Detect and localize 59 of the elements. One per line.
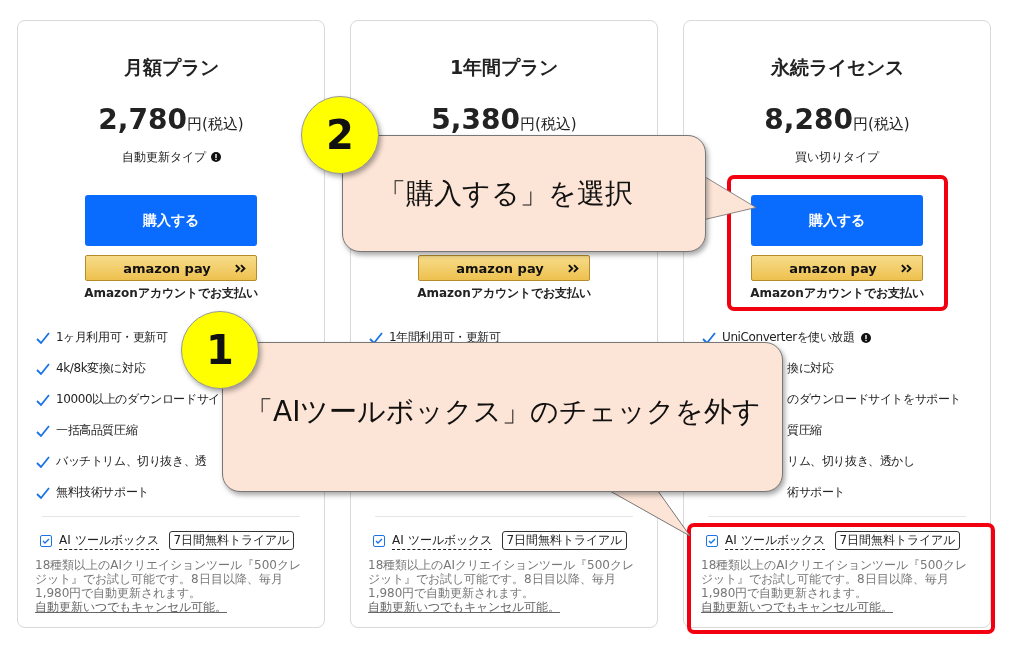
amazon-pay-button[interactable]: amazon pay	[85, 255, 257, 281]
info-icon[interactable]	[210, 152, 221, 162]
price-suffix: 円(税込)	[519, 115, 577, 134]
addon-description: 18種類以上のAIクリエイションツール『500クレジット』でお試し可能です。8日目以降、毎月 1,980円で自動更新されます。 自動更新いつでもキャンセル可能。	[35, 558, 302, 614]
check-icon	[36, 486, 50, 499]
checkbox[interactable]	[373, 534, 385, 547]
feature-text: 換に対応	[787, 360, 834, 377]
feature-text: 1ヶ月利用可・更新可	[56, 329, 168, 346]
info-icon[interactable]	[860, 332, 871, 343]
buy-button[interactable]: 購入する	[85, 195, 257, 246]
feature-text: 質圧縮	[787, 422, 822, 439]
feature-text: 10000以上のダウンロードサイ	[56, 391, 220, 408]
amazon-pay-button[interactable]: amazon pay	[751, 255, 923, 281]
callout-pointer	[704, 176, 756, 220]
payment-caption: Amazonアカウントでお支払い	[417, 285, 591, 302]
check-icon	[369, 331, 383, 344]
double-chevron-icon	[234, 263, 247, 273]
feature-text: 無料技術サポート	[56, 484, 149, 501]
cancel-link[interactable]: 自動更新いつでもキャンセル可能。	[35, 600, 227, 614]
price: 8,280	[764, 103, 853, 136]
check-icon	[702, 331, 716, 344]
feature-text: バッチトリム、切り抜き、透	[56, 453, 207, 470]
payment-caption: Amazonアカウントでお支払い	[750, 285, 924, 302]
check-icon	[36, 393, 50, 406]
checkbox[interactable]	[40, 534, 52, 547]
feature-text: リム、切り抜き、透かし	[787, 453, 915, 470]
double-chevron-icon	[567, 263, 580, 273]
check-icon	[36, 455, 50, 468]
addon-label[interactable]: AI ツールボックス	[725, 531, 825, 550]
feature-text: 4k/8k変換に対応	[56, 360, 146, 377]
addon-label[interactable]: AI ツールボックス	[59, 531, 159, 550]
plan-type: 買い切りタイプ	[795, 148, 879, 166]
check-icon	[36, 331, 50, 344]
price: 5,380	[431, 103, 520, 136]
feature-text: 術サポート	[787, 484, 845, 501]
addon-label[interactable]: AI ツールボックス	[392, 531, 492, 550]
price-suffix: 円(税込)	[852, 115, 910, 134]
plan-type: 自動更新タイプ	[121, 148, 206, 166]
trial-badge: 7日間無料トライアル	[834, 531, 961, 550]
amazon-pay-button[interactable]: amazon pay	[418, 255, 590, 281]
addon-description: 18種類以上のAIクリエイションツール『500クレジット』でお試し可能です。8日目以降、毎月 1,980円で自動更新されます。 自動更新いつでもキャンセル可能。	[368, 558, 635, 614]
payment-caption: Amazonアカウントでお支払い	[84, 285, 258, 302]
price-suffix: 円(税込)	[186, 115, 244, 134]
cancel-link[interactable]: 自動更新いつでもキャンセル可能。	[701, 600, 893, 614]
plan-title: 1年間プラン	[449, 55, 559, 79]
feature-text: 一括高品質圧縮	[56, 422, 138, 439]
check-icon	[36, 362, 50, 375]
trial-badge: 7日間無料トライアル	[168, 531, 295, 550]
buy-button[interactable]: 購入する	[751, 195, 923, 246]
check-icon	[36, 424, 50, 437]
checkbox[interactable]	[706, 534, 718, 547]
addon-description: 18種類以上のAIクリエイションツール『500クレジット』でお試し可能です。8日目以降、毎月 1,980円で自動更新されます。 自動更新いつでもキャンセル可能。	[701, 558, 968, 614]
double-chevron-icon	[900, 263, 913, 273]
price: 2,780	[98, 103, 187, 136]
cancel-link[interactable]: 自動更新いつでもキャンセル可能。	[368, 600, 560, 614]
feature-text: のダウンロードサイトをサポート	[787, 391, 961, 408]
plan-title: 永続ライセンス	[770, 55, 904, 79]
plan-title: 月額プラン	[123, 55, 219, 79]
trial-badge: 7日間無料トライアル	[501, 531, 628, 550]
